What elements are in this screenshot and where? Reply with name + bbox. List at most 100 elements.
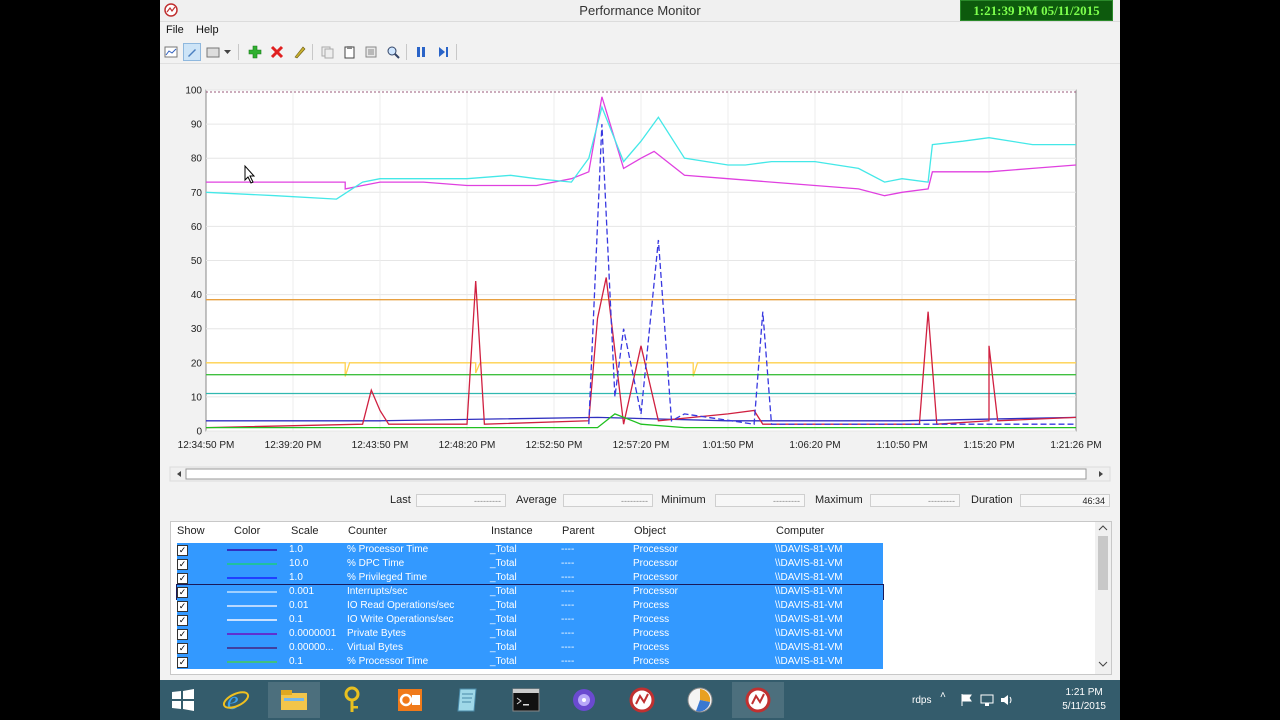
notepad-icon[interactable] [442, 682, 494, 718]
paste-counter-list-icon[interactable] [340, 43, 358, 61]
show-checkbox[interactable]: ✓ [177, 615, 188, 626]
instance-cell: _Total [490, 628, 517, 639]
column-header-computer[interactable]: Computer [776, 525, 824, 537]
change-graph-type-icon[interactable] [204, 43, 222, 61]
instance-cell: _Total [490, 572, 517, 583]
instance-cell: _Total [490, 614, 517, 625]
menu-file[interactable]: File [166, 24, 184, 36]
stat-average-label: Average [516, 494, 557, 506]
instance-cell: _Total [490, 544, 517, 555]
counter-cell: IO Write Operations/sec [347, 614, 454, 625]
file-explorer-icon[interactable] [268, 682, 320, 718]
computer-cell: \\DAVIS-81-VM [775, 628, 843, 639]
performance-monitor-icon[interactable] [616, 682, 668, 718]
properties-pencil-icon[interactable] [290, 43, 308, 61]
x-tick-label: 1:10:50 PM [876, 440, 927, 451]
volume-icon[interactable] [1000, 693, 1014, 707]
object-cell: Process [633, 642, 670, 653]
highlight-icon[interactable] [183, 43, 201, 61]
instance-cell: _Total [490, 656, 517, 667]
scale-cell: 0.001 [289, 586, 315, 597]
counter-list-scrollbar[interactable] [1095, 522, 1111, 674]
table-row[interactable]: ✓ 0.0000001 Private Bytes _Total ---- Process… [177, 627, 883, 641]
table-row[interactable]: ✓ 0.01 IO Read Operations/sec _Total ---- Pro… [177, 599, 883, 613]
network-icon[interactable] [980, 693, 994, 707]
recording-timestamp-overlay: 1:21:39 PM 05/11/2015 [960, 0, 1113, 21]
show-checkbox[interactable]: ✓ [177, 559, 188, 570]
column-header-color[interactable]: Color [234, 525, 260, 537]
object-cell: Processor [633, 572, 679, 583]
show-checkbox[interactable]: ✓ [177, 643, 188, 654]
y-tick-label: 10 [191, 392, 203, 403]
table-row[interactable]: ✓ 0.001 Interrupts/sec _Total ---- Processor \… [176, 584, 884, 600]
table-row[interactable]: ✓ 0.1 IO Write Operations/sec _Total ---- Pro… [177, 613, 883, 627]
stat-minimum-label: Minimum [661, 494, 706, 506]
show-checkbox[interactable]: ✓ [177, 587, 188, 598]
resource-monitor-icon[interactable] [674, 682, 726, 718]
y-tick-label: 100 [185, 86, 202, 97]
computer-cell: \\DAVIS-81-VM [775, 544, 843, 555]
delete-counter-icon[interactable] [268, 43, 286, 61]
column-header-counter[interactable]: Counter [348, 525, 387, 537]
outlook-icon[interactable] [384, 682, 436, 718]
y-tick-label: 40 [191, 290, 203, 301]
show-checkbox[interactable]: ✓ [177, 545, 188, 556]
x-tick-label: 1:01:50 PM [702, 440, 753, 451]
show-checkbox[interactable]: ✓ [177, 657, 188, 668]
performance-line-chart[interactable]: 1009080706050403020100 12:34:50 PM 12:39:… [168, 74, 1112, 514]
start-icon[interactable] [160, 682, 206, 718]
show-checkbox[interactable]: ✓ [177, 629, 188, 640]
freeze-display-icon[interactable] [412, 43, 430, 61]
performance-monitor-active-icon[interactable] [732, 682, 784, 718]
column-header-object[interactable]: Object [634, 525, 666, 537]
stat-minimum-value: --------- [715, 494, 805, 507]
scale-cell: 1.0 [289, 572, 303, 583]
counter-cell: % Processor Time [347, 656, 429, 667]
key-icon[interactable] [326, 682, 378, 718]
column-header-instance[interactable]: Instance [491, 525, 533, 537]
object-cell: Process [633, 628, 670, 639]
update-data-icon[interactable] [434, 43, 452, 61]
computer-cell: \\DAVIS-81-VM [775, 572, 843, 583]
x-tick-label: 12:34:50 PM [178, 440, 235, 451]
show-checkbox[interactable]: ✓ [177, 601, 188, 612]
flag-icon[interactable] [960, 693, 974, 707]
y-tick-label: 70 [191, 188, 203, 199]
color-swatch [227, 661, 277, 663]
view-graph-icon[interactable] [162, 43, 180, 61]
column-header-show[interactable]: Show [177, 525, 205, 537]
properties-icon[interactable] [362, 43, 380, 61]
parent-cell: ---- [561, 544, 575, 555]
internet-explorer-icon[interactable]: e [210, 682, 262, 718]
table-row[interactable]: ✓ 1.0 % Privileged Time _Total ---- Processor… [177, 571, 883, 585]
stat-last-value: --------- [416, 494, 506, 507]
column-header-parent[interactable]: Parent [562, 525, 594, 537]
column-header-scale[interactable]: Scale [291, 525, 319, 537]
x-tick-label: 12:52:50 PM [526, 440, 583, 451]
table-row[interactable]: ✓ 10.0 % DPC Time _Total ---- Processor \\DAVI… [177, 557, 883, 571]
x-tick-label: 1:06:20 PM [789, 440, 840, 451]
parent-cell: ---- [561, 586, 575, 597]
instance-cell: _Total [490, 558, 517, 569]
scroll-thumb[interactable] [185, 468, 1087, 480]
toolbar [160, 41, 1120, 64]
tray-clock[interactable]: 1:21 PM 5/11/2015 [1062, 686, 1106, 714]
command-prompt-icon[interactable] [500, 682, 552, 718]
table-row[interactable]: ✓ 0.00000... Virtual Bytes _Total ---- Proces… [177, 641, 883, 655]
color-swatch [227, 577, 277, 579]
table-row[interactable]: ✓ 1.0 % Processor Time _Total ---- Processor \… [177, 543, 883, 557]
menu-help[interactable]: Help [196, 24, 219, 36]
table-row[interactable]: ✓ 0.1 % Processor Time _Total ---- Process \\D… [177, 655, 883, 669]
add-counter-icon[interactable] [246, 43, 264, 61]
copy-properties-icon[interactable] [318, 43, 336, 61]
y-tick-label: 80 [191, 154, 203, 165]
color-swatch [227, 549, 277, 551]
taskbar: e rdps ˄ 1:21 PM 5/11/2015 [160, 680, 1120, 720]
color-swatch [227, 591, 277, 593]
chevron-down-icon[interactable] [222, 43, 232, 61]
x-tick-label: 12:57:20 PM [613, 440, 670, 451]
tray-overflow-icon[interactable]: ˄ [940, 690, 952, 702]
zoom-icon[interactable] [384, 43, 402, 61]
mouse-icon[interactable] [558, 682, 610, 718]
show-checkbox[interactable]: ✓ [177, 573, 188, 584]
